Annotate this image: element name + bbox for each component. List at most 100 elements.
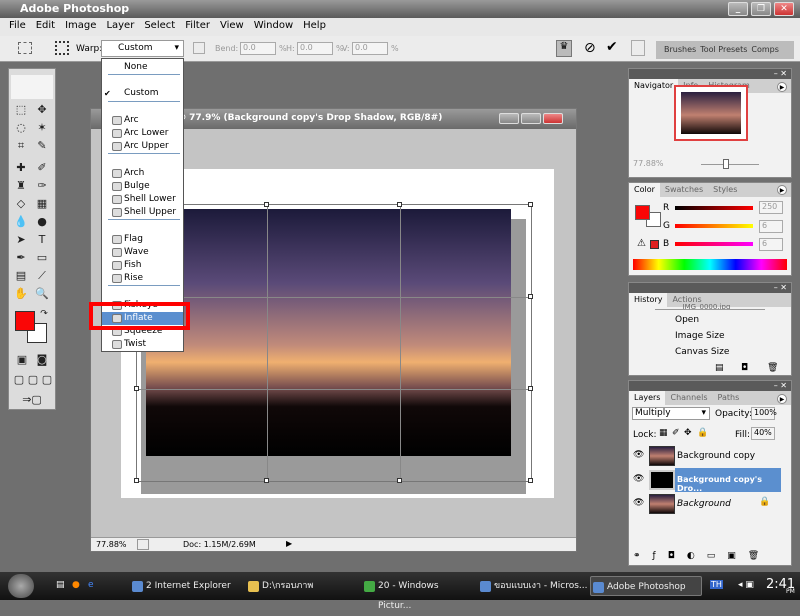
tab-navigator[interactable]: Navigator xyxy=(629,79,679,93)
warp-option-bulge[interactable]: Bulge xyxy=(102,180,183,193)
screen-mode-full-icon[interactable]: ▢ xyxy=(40,373,54,387)
v-input[interactable]: 0.0 xyxy=(352,42,388,55)
warp-handle[interactable] xyxy=(528,294,533,299)
menu-image[interactable]: Image xyxy=(60,20,101,34)
menu-help[interactable]: Help xyxy=(298,20,331,34)
history-item[interactable]: Canvas Size xyxy=(655,347,729,357)
tab-swatches[interactable]: Swatches xyxy=(660,183,708,197)
b-slider[interactable] xyxy=(675,242,753,246)
lock-position-icon[interactable]: ✥ xyxy=(684,428,692,438)
warp-option-rise[interactable]: Rise xyxy=(102,272,183,285)
commit-transform-icon[interactable]: ✔ xyxy=(606,39,618,55)
lock-transparency-icon[interactable]: ▦ xyxy=(659,428,668,438)
navigator-zoom-slider[interactable] xyxy=(701,164,759,165)
tab-styles[interactable]: Styles xyxy=(708,183,742,197)
warp-option-shell-upper[interactable]: Shell Upper xyxy=(102,206,183,219)
warp-handle[interactable] xyxy=(264,478,269,483)
foreground-color-swatch[interactable] xyxy=(15,311,35,331)
slider-thumb[interactable] xyxy=(723,159,729,169)
menu-view[interactable]: View xyxy=(215,20,249,34)
jump-to-imageready-icon[interactable]: ⇒▢ xyxy=(19,393,45,407)
warp-handle[interactable] xyxy=(134,478,139,483)
tab-layers[interactable]: Layers xyxy=(629,391,666,405)
layer-row[interactable]: 👁 Background copy xyxy=(629,444,781,468)
eye-icon[interactable]: 👁 xyxy=(633,450,644,460)
ie-icon[interactable]: e xyxy=(88,580,94,590)
gradient-tool-icon[interactable]: ▦ xyxy=(35,197,49,211)
opacity-input[interactable]: 100% xyxy=(751,407,777,420)
dodge-tool-icon[interactable]: ● xyxy=(35,215,49,229)
warp-toggle-icon[interactable] xyxy=(55,41,69,55)
menu-window[interactable]: Window xyxy=(249,20,298,34)
new-layer-icon[interactable]: ▣ xyxy=(727,551,736,565)
warp-option-none[interactable]: None xyxy=(102,61,183,74)
path-selection-icon[interactable]: ➤ xyxy=(14,233,28,247)
warp-bounding-box[interactable] xyxy=(134,202,533,483)
panel-menu-icon[interactable]: ▶ xyxy=(777,394,787,404)
menu-file[interactable]: File xyxy=(4,20,31,34)
warp-option-flag[interactable]: Flag xyxy=(102,233,183,246)
notes-tool-icon[interactable]: ▤ xyxy=(14,269,28,283)
taskbar-item[interactable]: 20 - Windows Pictur... xyxy=(362,576,472,611)
trash-icon[interactable]: 🗑 xyxy=(767,363,778,373)
tab-channels[interactable]: Channels xyxy=(665,391,712,405)
slice-tool-icon[interactable]: ✎ xyxy=(35,139,49,153)
warp-option-wave[interactable]: Wave xyxy=(102,246,183,259)
taskbar-item[interactable]: D:\กรอบภาพ xyxy=(246,576,356,596)
eraser-tool-icon[interactable]: ◇ xyxy=(14,197,28,211)
layer-mask-icon[interactable]: ◘ xyxy=(668,551,675,565)
change-orientation-icon[interactable] xyxy=(193,42,205,54)
history-snapshot[interactable]: _IMG_0000.jpg xyxy=(679,303,730,309)
gamut-warning-icon[interactable]: ⚠ xyxy=(637,238,646,249)
warp-option-arc[interactable]: Arc xyxy=(102,114,183,127)
warp-option-shell-lower[interactable]: Shell Lower xyxy=(102,193,183,206)
r-value[interactable]: 250 xyxy=(759,201,783,214)
taskbar-item-active[interactable]: Adobe Photoshop xyxy=(590,576,702,596)
taskbar-item[interactable]: 2 Internet Explorer xyxy=(130,576,240,596)
fill-input[interactable]: 40% xyxy=(751,427,775,440)
swap-colors-icon[interactable]: ↷ xyxy=(37,307,51,321)
start-button[interactable] xyxy=(8,574,34,598)
eyedropper-icon[interactable]: ⟋ xyxy=(35,269,49,283)
g-value[interactable]: 6 xyxy=(759,220,783,233)
menu-layer[interactable]: Layer xyxy=(101,20,139,34)
new-group-icon[interactable]: ▭ xyxy=(707,551,716,565)
color-ramp[interactable] xyxy=(633,259,787,270)
shape-tool-icon[interactable]: ▭ xyxy=(35,251,49,265)
history-item[interactable]: Image Size xyxy=(655,331,725,341)
screen-mode-full-menu-icon[interactable]: ▢ xyxy=(26,373,40,387)
history-item[interactable]: Open xyxy=(655,315,699,325)
lock-all-icon[interactable]: 🔒 xyxy=(697,428,708,438)
warp-handle[interactable] xyxy=(397,478,402,483)
tab-comps[interactable]: Comps xyxy=(751,45,779,59)
marquee-tool-icon[interactable]: ⬚ xyxy=(14,103,28,117)
eye-icon[interactable]: 👁 xyxy=(633,474,644,484)
doc-minimize-button[interactable] xyxy=(499,113,519,124)
transform-tool-icon[interactable] xyxy=(18,42,32,54)
warp-handle[interactable] xyxy=(397,202,402,207)
menu-edit[interactable]: Edit xyxy=(31,20,60,34)
tab-brushes[interactable]: Brushes xyxy=(664,45,696,59)
standard-mode-icon[interactable]: ▣ xyxy=(15,353,29,367)
palette-well-icon[interactable] xyxy=(631,40,645,56)
color-fg-swatch[interactable] xyxy=(635,205,650,220)
menu-filter[interactable]: Filter xyxy=(180,20,215,34)
warp-option-fish[interactable]: Fish xyxy=(102,259,183,272)
warp-option-arc-lower[interactable]: Arc Lower xyxy=(102,127,183,140)
doc-maximize-button[interactable] xyxy=(521,113,541,124)
quick-launch-icon[interactable]: ▤ xyxy=(56,580,65,590)
link-icon[interactable]: ⚭ xyxy=(633,551,641,565)
gamut-color-swatch[interactable] xyxy=(650,240,659,249)
zoom-tool-icon[interactable]: 🔍 xyxy=(35,287,49,301)
network-icon[interactable]: ◂ ▣ xyxy=(738,580,754,590)
lock-pixels-icon[interactable]: ✐ xyxy=(672,428,680,438)
warp-option-twist[interactable]: Twist xyxy=(102,338,183,351)
g-slider[interactable] xyxy=(675,224,753,228)
eye-icon[interactable]: 👁 xyxy=(633,498,644,508)
menu-select[interactable]: Select xyxy=(139,20,180,34)
layer-row-selected[interactable]: 👁 Background copy's Dro... xyxy=(629,468,781,493)
healing-brush-icon[interactable]: ✚ xyxy=(14,161,28,175)
language-indicator[interactable]: TH xyxy=(710,580,723,589)
adjustment-layer-icon[interactable]: ◐ xyxy=(687,551,695,565)
layer-row[interactable]: 👁 Background 🔒 xyxy=(629,492,781,516)
